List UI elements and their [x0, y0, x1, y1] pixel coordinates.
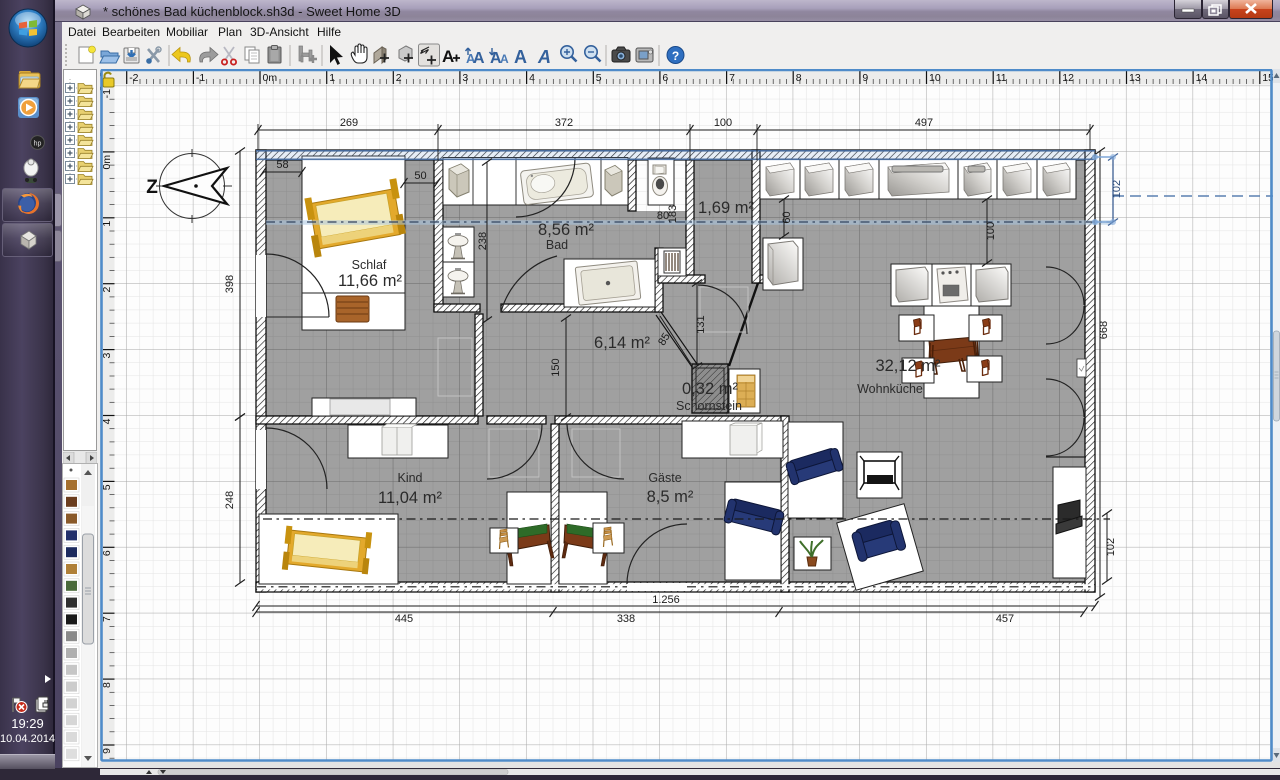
- svg-text:0,32 m²: 0,32 m²: [682, 380, 738, 398]
- svg-text:Schornstein: Schornstein: [676, 399, 742, 413]
- svg-text:4: 4: [529, 72, 535, 84]
- svg-text:A: A: [500, 52, 509, 66]
- svg-text:14: 14: [1196, 72, 1208, 84]
- svg-text:6,14 m²: 6,14 m²: [594, 334, 650, 352]
- svg-text:100: 100: [985, 222, 997, 240]
- svg-text:102: 102: [1111, 180, 1123, 198]
- svg-text:497: 497: [915, 117, 933, 129]
- svg-text:13: 13: [1129, 72, 1141, 84]
- svg-text:0m: 0m: [263, 72, 278, 84]
- svg-text:A: A: [537, 47, 551, 67]
- svg-text:9: 9: [862, 72, 868, 84]
- svg-text:8,56 m²: 8,56 m²: [538, 221, 594, 239]
- svg-text:1: 1: [329, 72, 335, 84]
- svg-text:Wohnküche: Wohnküche: [857, 382, 923, 396]
- svg-text:Kind: Kind: [397, 471, 422, 485]
- svg-text:338: 338: [617, 613, 635, 625]
- svg-text:100: 100: [714, 117, 732, 129]
- svg-text:A: A: [514, 47, 527, 67]
- svg-text:5: 5: [596, 72, 602, 84]
- svg-text:457: 457: [996, 613, 1014, 625]
- svg-text:6: 6: [662, 72, 668, 84]
- svg-text:8,5 m²: 8,5 m²: [647, 488, 694, 506]
- svg-text:7: 7: [729, 72, 735, 84]
- svg-text:131: 131: [695, 315, 707, 333]
- svg-text:1.256: 1.256: [652, 594, 680, 606]
- svg-text:60: 60: [781, 211, 793, 223]
- svg-text:A: A: [442, 47, 454, 66]
- svg-text:3: 3: [462, 72, 468, 84]
- svg-text:445: 445: [395, 613, 413, 625]
- svg-text:150: 150: [550, 358, 562, 376]
- svg-text:372: 372: [555, 117, 573, 129]
- svg-text:Schlaf: Schlaf: [352, 258, 387, 272]
- svg-text:398: 398: [224, 275, 236, 293]
- svg-text:248: 248: [224, 491, 236, 509]
- svg-text:11: 11: [996, 72, 1007, 84]
- svg-text:Gäste: Gäste: [648, 471, 681, 485]
- svg-text:32,12 m²: 32,12 m²: [875, 357, 941, 375]
- svg-text:58: 58: [276, 159, 288, 171]
- svg-text:238: 238: [477, 232, 489, 250]
- svg-text:10: 10: [929, 72, 941, 84]
- svg-text:183: 183: [667, 205, 679, 223]
- svg-text:102: 102: [1105, 538, 1117, 556]
- svg-text:50: 50: [414, 170, 426, 182]
- svg-text:A: A: [473, 50, 485, 67]
- svg-text:hp: hp: [34, 141, 42, 148]
- svg-text:-2: -2: [129, 72, 138, 84]
- svg-text:8: 8: [796, 72, 802, 84]
- svg-text:2: 2: [396, 72, 402, 84]
- svg-text:?: ?: [672, 49, 679, 63]
- svg-text:11,66 m²: 11,66 m²: [338, 272, 402, 290]
- svg-text:Z: Z: [146, 177, 158, 198]
- svg-text:Bad: Bad: [546, 238, 568, 252]
- svg-text:12: 12: [1062, 72, 1074, 84]
- svg-text:668: 668: [1098, 321, 1110, 339]
- svg-text:1,69 m²: 1,69 m²: [698, 199, 754, 217]
- svg-text:-1: -1: [196, 72, 205, 84]
- svg-text:11,04 m²: 11,04 m²: [378, 489, 442, 507]
- svg-text:269: 269: [340, 117, 358, 129]
